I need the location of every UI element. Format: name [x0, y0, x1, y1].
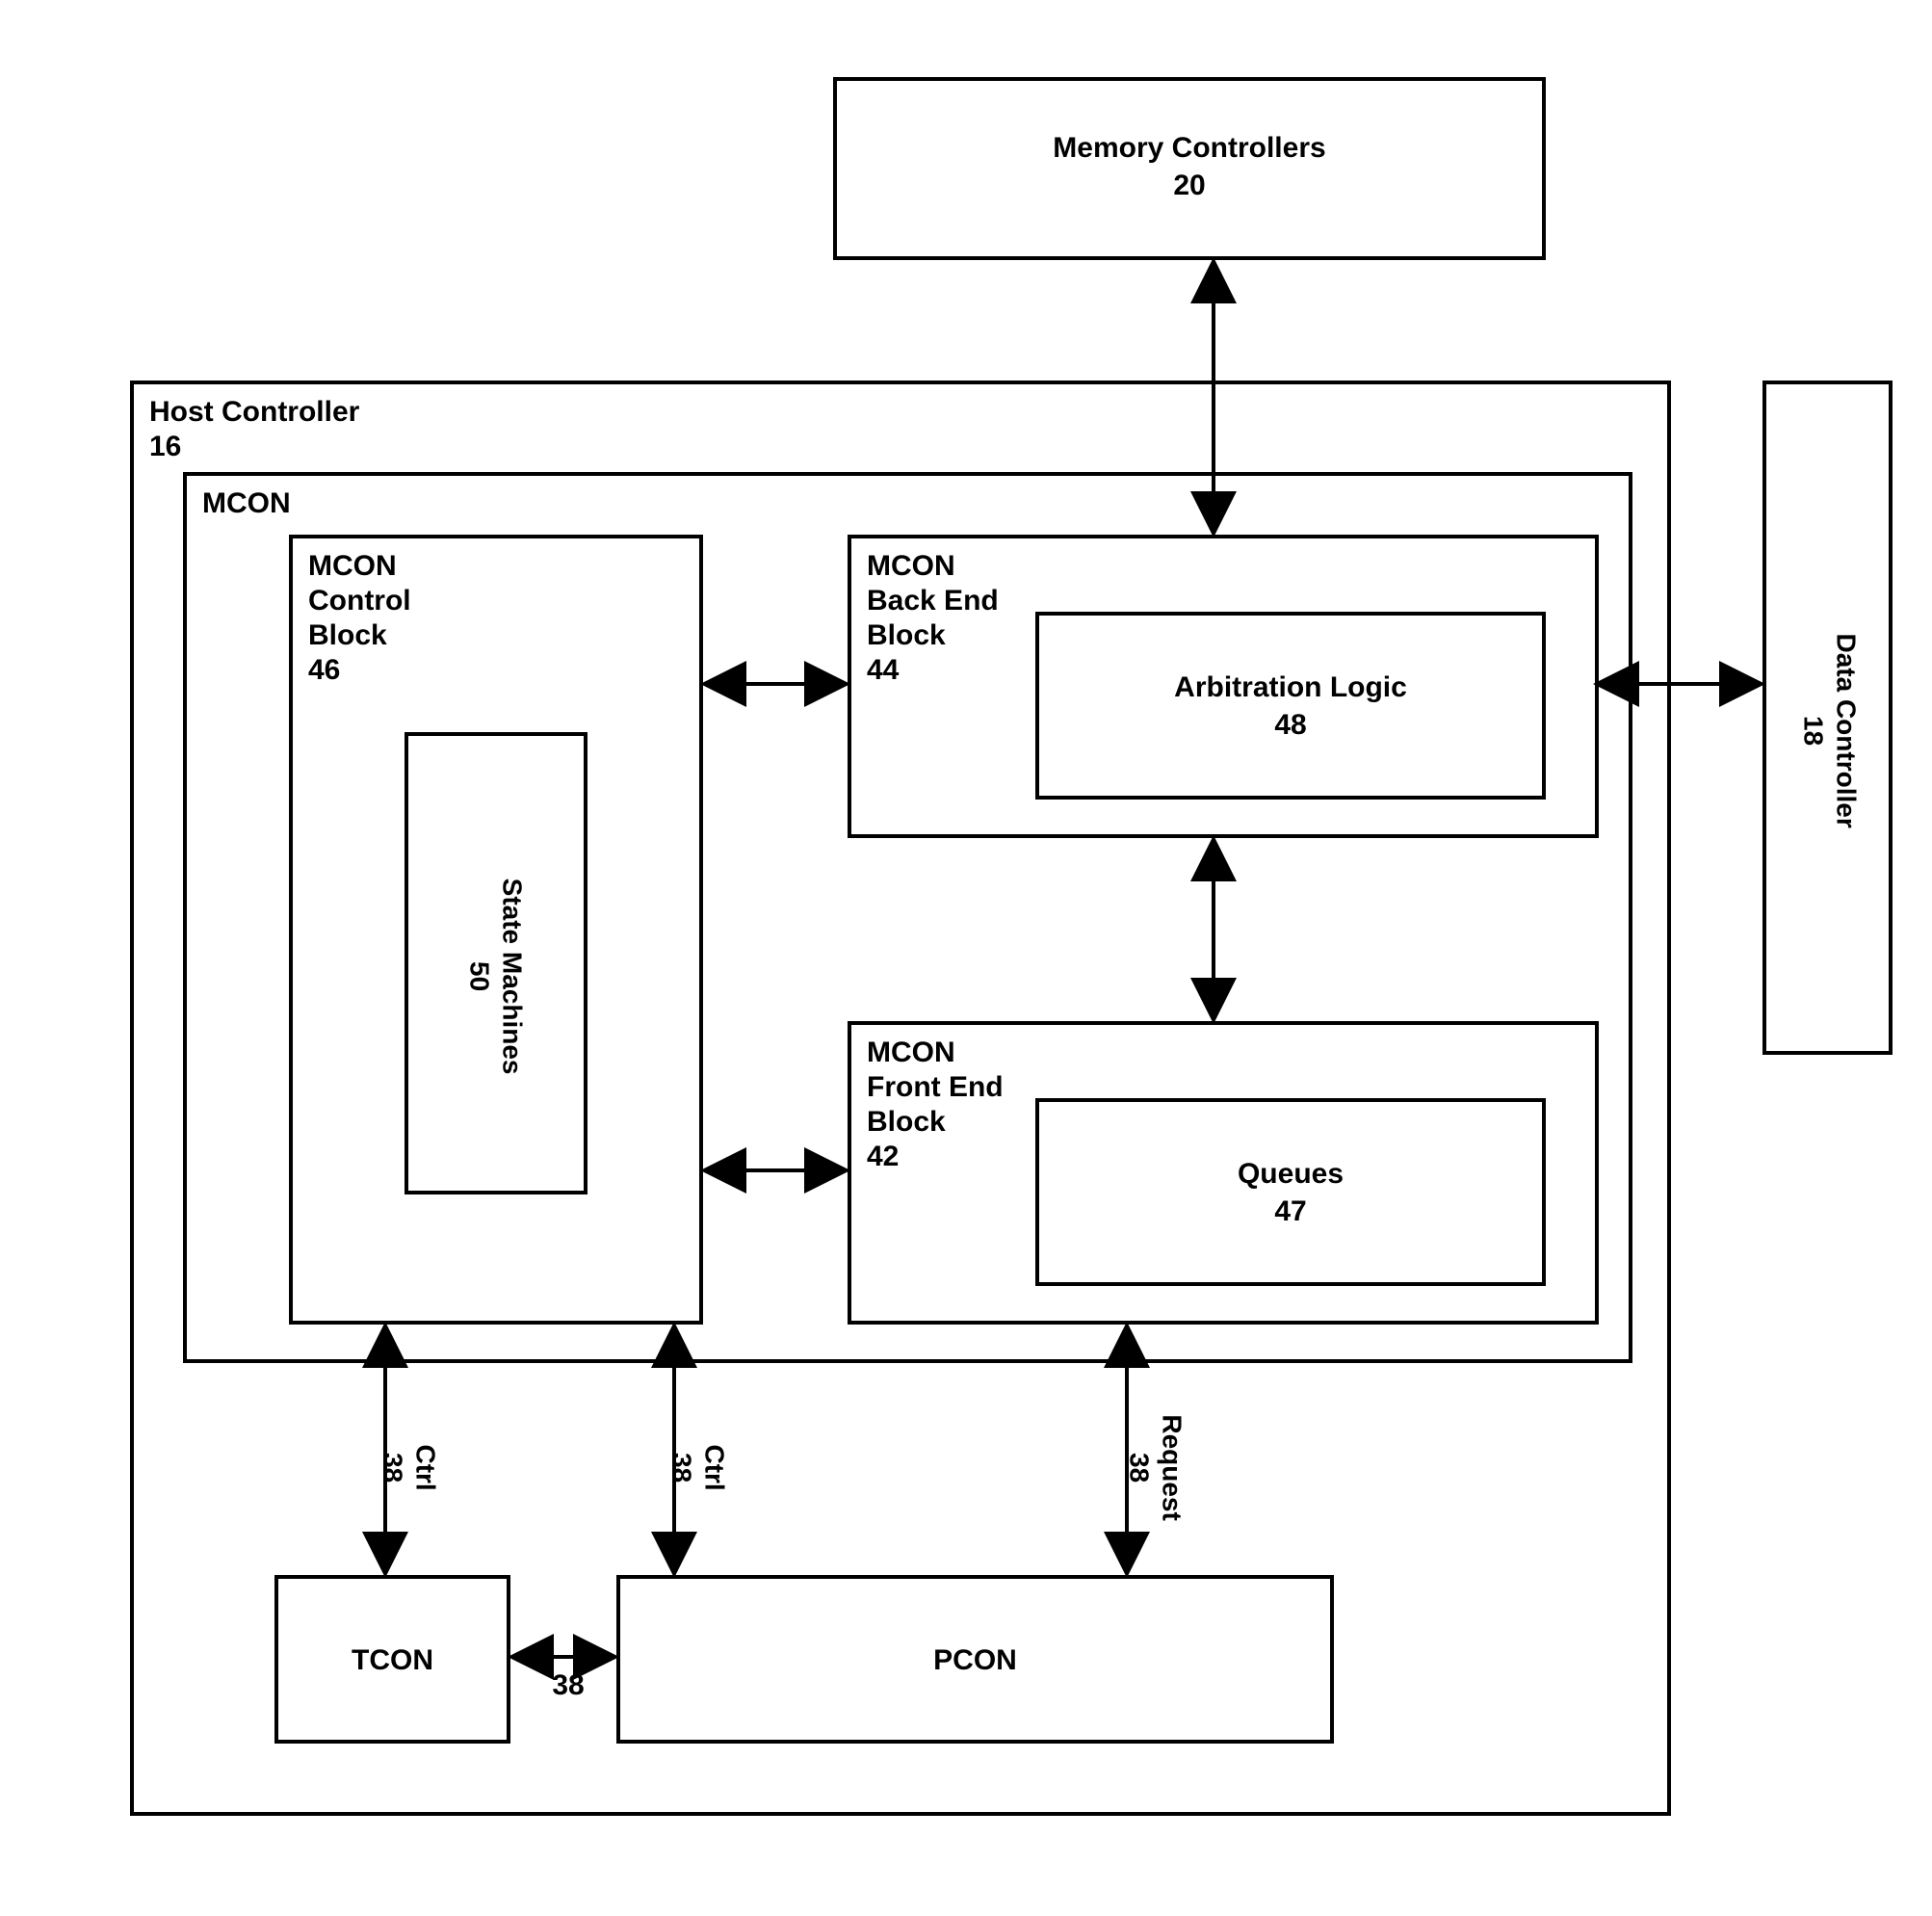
- mcon-frontend-title: MCON Front End Block 42: [867, 1036, 1004, 1174]
- mcon-control-title: MCON Control Block 46: [308, 549, 411, 688]
- tcon-pcon-38-label: 38: [539, 1667, 597, 1704]
- request-38-label: Request 38: [1123, 1386, 1188, 1550]
- pcon-title: PCON: [620, 1641, 1330, 1679]
- queues-box: Queues 47: [1035, 1098, 1546, 1286]
- mcon-title: MCON: [202, 486, 291, 521]
- host-controller-title: Host Controller 16: [149, 395, 359, 464]
- tcon-box: TCON: [274, 1575, 510, 1744]
- memory-controllers-box: Memory Controllers 20: [833, 77, 1546, 260]
- memory-controllers-title: Memory Controllers 20: [837, 129, 1542, 204]
- tcon-title: TCON: [278, 1641, 507, 1679]
- pcon-box: PCON: [616, 1575, 1334, 1744]
- arbitration-logic-box: Arbitration Logic 48: [1035, 612, 1546, 800]
- ctrl-38-label-1: Ctrl 38: [377, 1405, 441, 1531]
- arbitration-logic-title: Arbitration Logic 48: [1039, 669, 1542, 744]
- data-controller-title: Data Controller 18: [1797, 606, 1862, 856]
- state-machines-title: State Machines 50: [463, 847, 528, 1107]
- queues-title: Queues 47: [1039, 1155, 1542, 1230]
- mcon-backend-title: MCON Back End Block 44: [867, 549, 999, 688]
- ctrl-38-label-2: Ctrl 38: [666, 1405, 730, 1531]
